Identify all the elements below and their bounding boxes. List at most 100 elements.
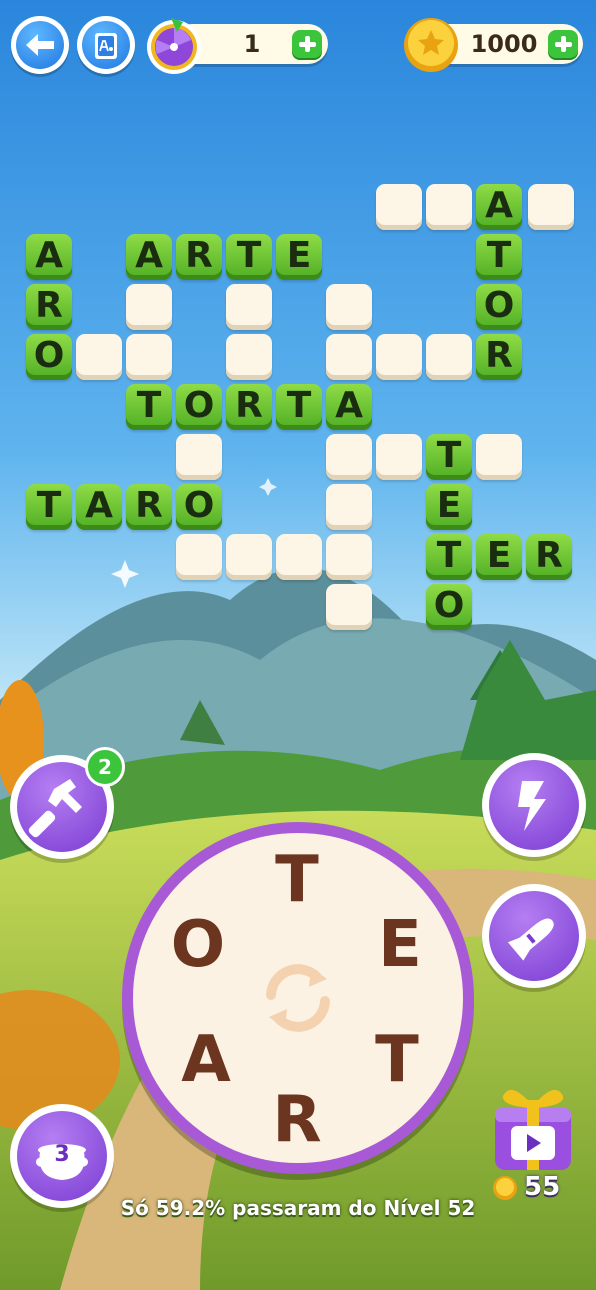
coin-icon — [404, 18, 458, 72]
tile-letter: E — [486, 535, 512, 576]
shuffle-icon[interactable] — [255, 955, 341, 1041]
coins-count: 1000 — [470, 30, 538, 58]
pot-count: 3 — [54, 1142, 70, 1167]
solved-tile: O — [426, 584, 472, 630]
tile-letter: R — [35, 285, 63, 326]
solved-tile: A — [326, 384, 372, 430]
tile-letter: A — [485, 185, 513, 226]
add-coins-button[interactable] — [548, 30, 578, 58]
solved-tile: T — [476, 234, 522, 280]
empty-tile[interactable] — [376, 434, 422, 480]
wheel-letter[interactable]: R — [262, 1085, 332, 1155]
empty-tile[interactable] — [276, 534, 322, 580]
tile-letter: O — [433, 585, 465, 626]
solved-tile: R — [26, 284, 72, 330]
empty-tile[interactable] — [176, 534, 222, 580]
rocket-icon — [507, 918, 554, 961]
tile-letter: E — [286, 235, 312, 276]
tile-letter: O — [483, 285, 515, 326]
lightning-icon — [518, 781, 546, 831]
solved-tile: R — [176, 234, 222, 280]
solved-tile: T — [426, 434, 472, 480]
empty-tile[interactable] — [326, 334, 372, 380]
solved-tile: O — [26, 334, 72, 380]
lightning-booster-button[interactable] — [482, 753, 586, 857]
solved-tile: T — [126, 384, 172, 430]
solved-tile: A — [476, 184, 522, 230]
solved-tile: T — [226, 234, 272, 280]
empty-tile[interactable] — [376, 334, 422, 380]
empty-tile[interactable] — [126, 334, 172, 380]
wheel-letter[interactable]: E — [365, 910, 435, 980]
empty-tile[interactable] — [226, 284, 272, 330]
tile-letter: T — [136, 385, 162, 426]
empty-tile[interactable] — [376, 184, 422, 230]
pot-booster-button[interactable]: 3 — [10, 1104, 114, 1208]
tile-letter: R — [535, 535, 563, 576]
lucky-wheel-icon[interactable] — [143, 14, 205, 76]
solved-tile: T — [276, 384, 322, 430]
wheel-letter[interactable]: T — [362, 1025, 432, 1095]
tile-letter: O — [183, 385, 215, 426]
solved-tile: O — [176, 484, 222, 530]
video-gift-icon[interactable] — [481, 1074, 585, 1178]
solved-tile: T — [26, 484, 72, 530]
hammer-count-badge: 2 — [85, 747, 125, 787]
solved-tile: E — [426, 484, 472, 530]
empty-tile[interactable] — [226, 534, 272, 580]
solved-tile: A — [126, 234, 172, 280]
tile-letter: R — [185, 235, 213, 276]
empty-tile[interactable] — [326, 584, 372, 630]
empty-tile[interactable] — [326, 434, 372, 480]
tile-letter: T — [286, 385, 312, 426]
solved-tile: R — [226, 384, 272, 430]
tile-letter: A — [85, 485, 113, 526]
back-arrow-icon — [26, 34, 54, 56]
solved-tile: R — [126, 484, 172, 530]
tile-letter: T — [486, 235, 512, 276]
solved-tile: O — [176, 384, 222, 430]
dictionary-icon — [95, 33, 117, 59]
empty-tile[interactable] — [76, 334, 122, 380]
empty-tile[interactable] — [326, 534, 372, 580]
tile-letter: E — [436, 485, 462, 526]
empty-tile[interactable] — [426, 184, 472, 230]
hints-count: 1 — [243, 30, 261, 58]
tile-letter: T — [36, 485, 62, 526]
back-button[interactable] — [11, 16, 69, 74]
empty-tile[interactable] — [226, 334, 272, 380]
empty-tile[interactable] — [426, 334, 472, 380]
solved-tile: O — [476, 284, 522, 330]
wheel-letter[interactable]: T — [262, 845, 332, 915]
add-hints-button[interactable] — [292, 30, 322, 58]
tile-letter: A — [135, 235, 163, 276]
empty-tile[interactable] — [126, 284, 172, 330]
solved-tile: E — [476, 534, 522, 580]
solved-tile: R — [476, 334, 522, 380]
dictionary-button[interactable] — [77, 16, 135, 74]
level-stat-text: Só 59.2% passaram do Nível 52 — [120, 1196, 476, 1220]
empty-tile[interactable] — [326, 484, 372, 530]
solved-tile: R — [526, 534, 572, 580]
tile-letter: T — [436, 535, 462, 576]
tile-letter: A — [335, 385, 363, 426]
tile-letter: O — [183, 485, 215, 526]
tile-letter: A — [35, 235, 63, 276]
empty-tile[interactable] — [476, 434, 522, 480]
tile-letter: R — [235, 385, 263, 426]
tile-letter: T — [236, 235, 262, 276]
empty-tile[interactable] — [528, 184, 574, 230]
tile-letter: R — [485, 335, 513, 376]
solved-tile: T — [426, 534, 472, 580]
solved-tile: E — [276, 234, 322, 280]
tile-letter: R — [135, 485, 163, 526]
wheel-letter[interactable]: O — [163, 910, 233, 980]
tile-letter: O — [33, 335, 65, 376]
solved-tile: A — [76, 484, 122, 530]
rocket-booster-button[interactable] — [482, 884, 586, 988]
solved-tile: A — [26, 234, 72, 280]
empty-tile[interactable] — [326, 284, 372, 330]
wheel-letter[interactable]: A — [171, 1025, 241, 1095]
empty-tile[interactable] — [176, 434, 222, 480]
tile-letter: T — [436, 435, 462, 476]
